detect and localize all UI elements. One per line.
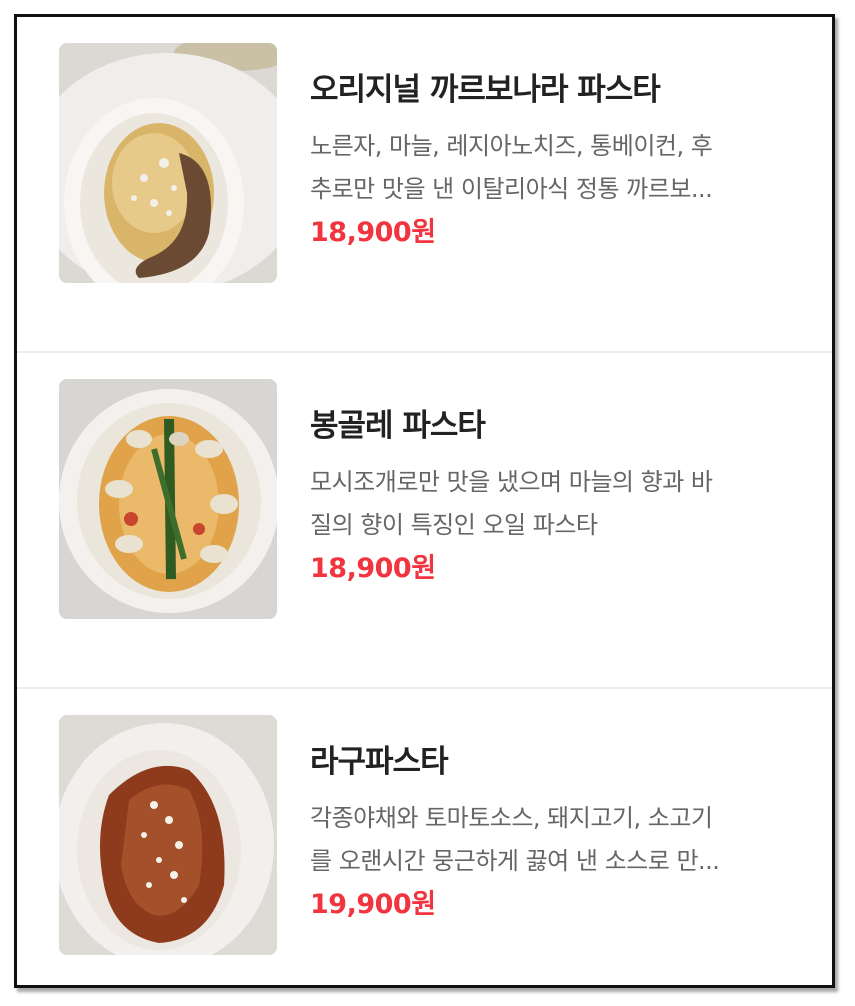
carbonara-photo-icon bbox=[59, 43, 277, 283]
menu-item-name: 오리지널 까르보나라 파스타 bbox=[310, 72, 661, 108]
vongole-photo-icon bbox=[59, 379, 277, 619]
menu-item-price: 19,900원 bbox=[310, 889, 436, 920]
menu-item-description: 각종야채와 토마토소스, 돼지고기, 소고기 를 오랜시간 뭉근하게 끓여 낸 … bbox=[310, 797, 790, 883]
menu-item-ragu[interactable]: 라구파스타 각종야채와 토마토소스, 돼지고기, 소고기 를 오랜시간 뭉근하게… bbox=[17, 689, 832, 985]
menu-item-description-line: 추로만 맛을 낸 이탈리아식 정통 까르보... bbox=[310, 175, 713, 203]
menu-item-description: 모시조개로만 맛을 냈으며 마늘의 향과 바 질의 향이 특징인 오일 파스타 bbox=[310, 461, 790, 547]
menu-item-info: 라구파스타 각종야채와 토마토소스, 돼지고기, 소고기 를 오랜시간 뭉근하게… bbox=[310, 739, 790, 925]
menu-item-description-line: 각종야채와 토마토소스, 돼지고기, 소고기 bbox=[310, 804, 713, 832]
menu-item-description-line: 질의 향이 특징인 오일 파스타 bbox=[310, 511, 598, 539]
menu-item-description-line: 모시조개로만 맛을 냈으며 마늘의 향과 바 bbox=[310, 468, 713, 496]
menu-item-price: 18,900원 bbox=[310, 553, 436, 584]
menu-item-vongole[interactable]: 봉골레 파스타 모시조개로만 맛을 냈으며 마늘의 향과 바 질의 향이 특징인… bbox=[17, 353, 832, 689]
menu-item-price: 18,900원 bbox=[310, 217, 436, 248]
menu-item-name: 라구파스타 bbox=[310, 744, 449, 780]
menu-item-carbonara[interactable]: 오리지널 까르보나라 파스타 노른자, 마늘, 레지아노치즈, 통베이컨, 후 … bbox=[17, 17, 832, 353]
menu-item-description-line: 를 오랜시간 뭉근하게 끓여 낸 소스로 만... bbox=[310, 847, 720, 875]
menu-item-description: 노른자, 마늘, 레지아노치즈, 통베이컨, 후 추로만 맛을 낸 이탈리아식 … bbox=[310, 125, 790, 211]
menu-item-info: 봉골레 파스타 모시조개로만 맛을 냈으며 마늘의 향과 바 질의 향이 특징인… bbox=[310, 403, 790, 589]
menu-item-info: 오리지널 까르보나라 파스타 노른자, 마늘, 레지아노치즈, 통베이컨, 후 … bbox=[310, 67, 790, 253]
menu-item-name: 봉골레 파스타 bbox=[310, 408, 486, 444]
menu-item-description-line: 노른자, 마늘, 레지아노치즈, 통베이컨, 후 bbox=[310, 132, 713, 160]
menu-frame: 오리지널 까르보나라 파스타 노른자, 마늘, 레지아노치즈, 통베이컨, 후 … bbox=[14, 14, 835, 988]
ragu-photo-icon bbox=[59, 715, 277, 955]
menu-list: 오리지널 까르보나라 파스타 노른자, 마늘, 레지아노치즈, 통베이컨, 후 … bbox=[17, 17, 832, 985]
